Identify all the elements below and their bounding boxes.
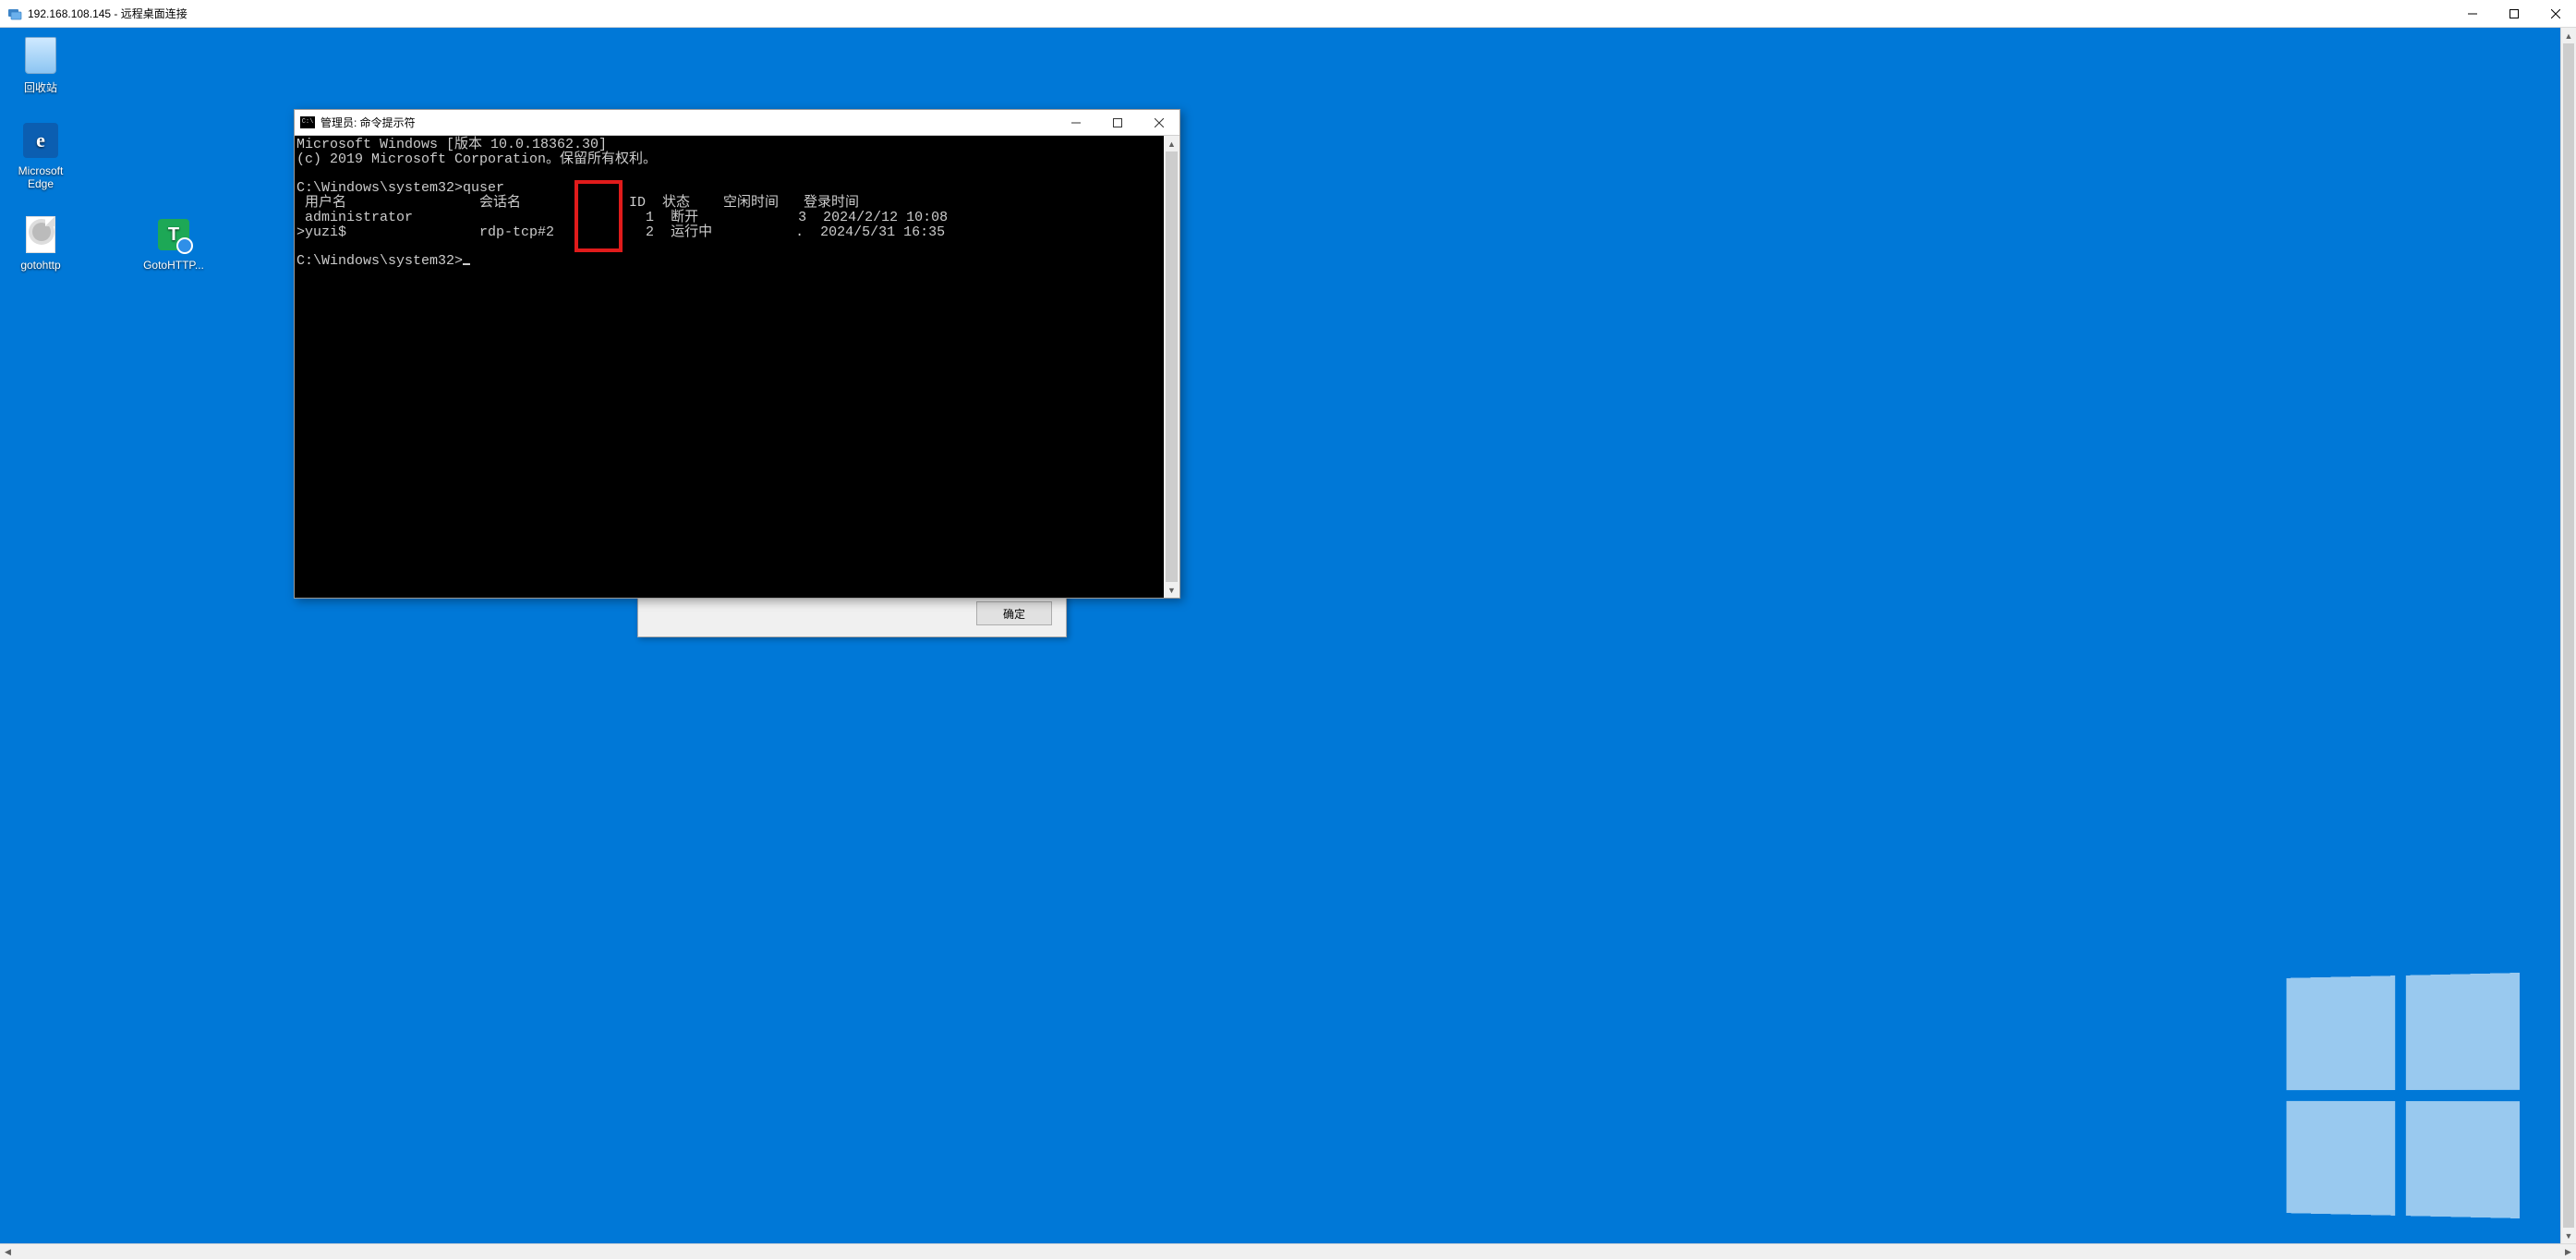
desktop-icon-gotohttp-file[interactable]: gotohttp	[6, 214, 76, 272]
host-window-title: 192.168.108.145 - 远程桌面连接	[28, 6, 187, 21]
cmd-maximize-button[interactable]	[1096, 110, 1138, 136]
cmd-cursor	[463, 263, 470, 265]
scrollbar-track[interactable]	[2561, 43, 2576, 1228]
edge-icon: e	[6, 120, 76, 161]
cmd-vertical-scrollbar[interactable]: ▲ ▼	[1164, 136, 1179, 598]
host-horizontal-scrollbar[interactable]: ◀ ▶	[0, 1243, 2576, 1259]
desktop-icon-label: Microsoft Edge	[6, 164, 76, 190]
cmd-command: quser	[463, 180, 504, 196]
cmd-window-titlebar[interactable]: C:\ 管理员: 命令提示符	[295, 110, 1179, 136]
scroll-down-arrow-icon[interactable]: ▼	[2561, 1228, 2576, 1243]
cmd-quser-row: administrator 1 断开 3 2024/2/12 10:08	[296, 210, 948, 225]
viewport-vertical-scrollbar[interactable]: ▲ ▼	[2560, 28, 2576, 1243]
cmd-quser-header: 用户名 会话名 ID 状态 空闲时间 登录时间	[296, 195, 859, 211]
cmd-prompt: C:\Windows\system32>	[296, 180, 463, 196]
scroll-up-arrow-icon[interactable]: ▲	[1164, 136, 1179, 151]
cmd-prompt: C:\Windows\system32>	[296, 253, 463, 269]
file-icon	[6, 214, 76, 255]
rdp-icon	[7, 6, 22, 21]
host-close-button[interactable]	[2534, 0, 2576, 28]
desktop-icon-label: gotohttp	[6, 259, 76, 272]
scroll-right-arrow-icon[interactable]: ▶	[2560, 1244, 2576, 1260]
desktop-icon-recycle-bin[interactable]: 回收站	[6, 35, 76, 95]
windows-logo	[2287, 973, 2520, 1218]
remote-desktop-viewport[interactable]: 回收站 e Microsoft Edge gotohttp T GotoHTTP…	[0, 28, 2576, 1243]
scroll-down-arrow-icon[interactable]: ▼	[1164, 582, 1179, 598]
scroll-left-arrow-icon[interactable]: ◀	[0, 1244, 16, 1260]
cmd-banner-line2: (c) 2019 Microsoft Corporation。保留所有权利。	[296, 151, 657, 167]
cmd-terminal-output[interactable]: Microsoft Windows [版本 10.0.18362.30] (c)…	[295, 136, 1164, 598]
scrollbar-thumb[interactable]	[1166, 151, 1178, 582]
host-maximize-button[interactable]	[2493, 0, 2534, 28]
desktop-icon-gotohttp-app[interactable]: T GotoHTTP...	[139, 214, 209, 272]
cmd-icon: C:\	[300, 116, 315, 128]
scroll-up-arrow-icon[interactable]: ▲	[2561, 28, 2576, 43]
desktop-icon-label: GotoHTTP...	[139, 259, 209, 272]
desktop-icon-label: 回收站	[6, 79, 76, 95]
dialog-ok-button[interactable]: 确定	[976, 601, 1052, 625]
cmd-minimize-button[interactable]	[1055, 110, 1096, 136]
scrollbar-thumb[interactable]	[2563, 43, 2574, 1228]
host-window-titlebar: 192.168.108.145 - 远程桌面连接	[0, 0, 2576, 28]
cmd-close-button[interactable]	[1138, 110, 1179, 136]
cmd-window-title: 管理员: 命令提示符	[320, 115, 416, 130]
gotohttp-app-icon: T	[139, 214, 209, 255]
cmd-window[interactable]: C:\ 管理员: 命令提示符 Microsoft Windows [版本 10.…	[294, 109, 1180, 599]
cmd-banner-line1: Microsoft Windows [版本 10.0.18362.30]	[296, 137, 607, 152]
recycle-bin-icon	[6, 35, 76, 76]
desktop-icon-edge[interactable]: e Microsoft Edge	[6, 120, 76, 190]
host-minimize-button[interactable]	[2451, 0, 2493, 28]
cmd-quser-row: >yuzi$ rdp-tcp#2 2 运行中 . 2024/5/31 16:35	[296, 224, 945, 240]
scrollbar-track[interactable]	[1164, 151, 1179, 582]
